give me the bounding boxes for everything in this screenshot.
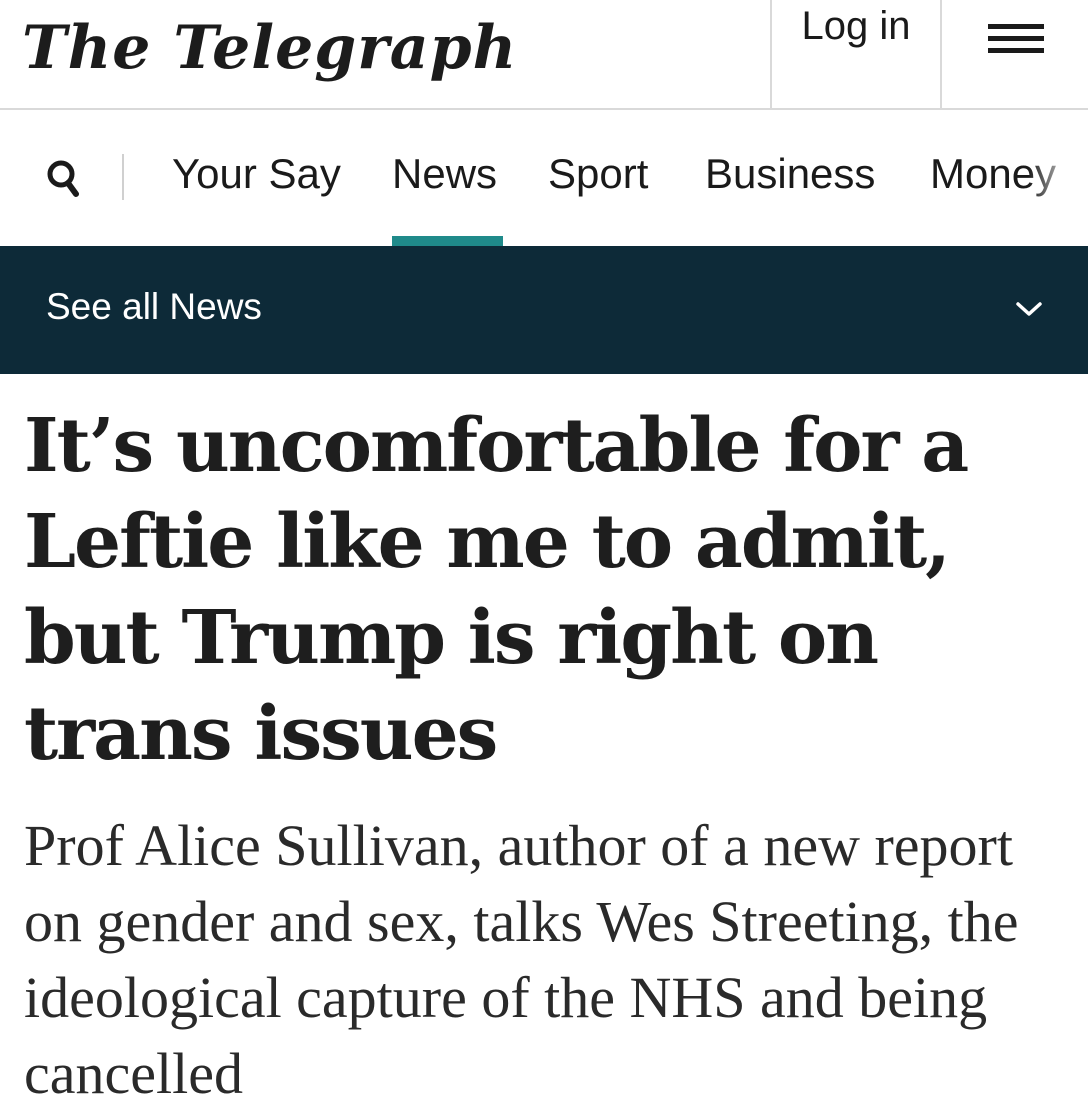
nav-item-business[interactable]: Business [705,150,875,198]
menu-bar-line [988,48,1044,53]
search-icon[interactable] [44,156,84,204]
nav-scroll-fade [1028,112,1088,246]
nav-item-sport[interactable]: Sport [548,150,648,198]
telegraph-logo[interactable]: The Telegraph [22,8,517,88]
nav-item-news[interactable]: News [392,150,497,198]
nav-active-indicator [392,236,503,246]
login-button[interactable]: Log in [770,0,942,110]
menu-bar-line [988,36,1044,41]
article-standfirst: Prof Alice Sullivan, author of a new rep… [24,813,1019,1106]
nav-item-your-say[interactable]: Your Say [172,150,341,198]
see-all-news-label: See all News [46,286,262,327]
article-headline: It’s uncomfortable for a Leftie like me … [24,403,969,777]
chevron-down-icon [1016,302,1042,316]
section-nav: Your Say News Sport Business Money [0,112,1088,246]
hamburger-menu-icon[interactable] [944,0,1088,110]
masthead: The Telegraph Log in [0,0,1088,110]
menu-bar-line [988,24,1044,29]
see-all-news-toggle[interactable]: See all News [0,246,1088,374]
nav-divider [122,154,124,200]
